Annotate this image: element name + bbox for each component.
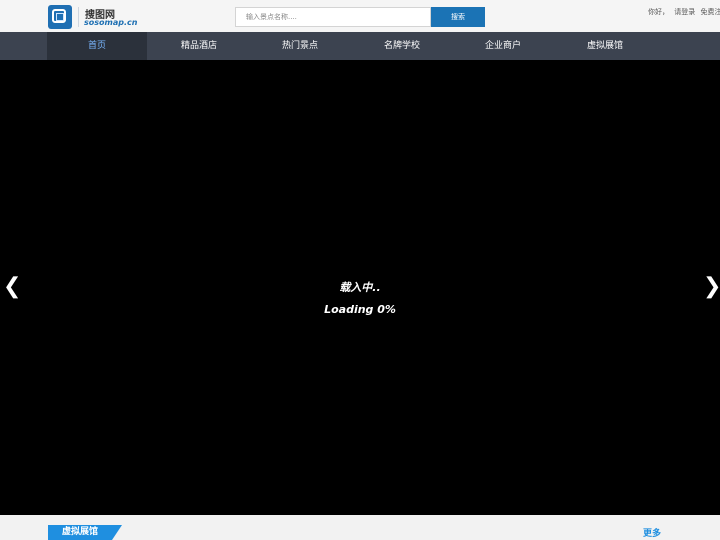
nav-item-schools[interactable]: 名牌学校 [352, 32, 452, 60]
panorama-viewer[interactable]: ❮ ❯ 载入中.. Loading 0% [0, 60, 720, 515]
nav-item-attractions[interactable]: 热门景点 [250, 32, 350, 60]
logo-subtitle: sosomap.cn [84, 18, 138, 27]
nav-item-merchants[interactable]: 企业商户 [453, 32, 553, 60]
nav-item-home[interactable]: 首页 [47, 32, 147, 60]
nav-item-virtual-exhibition[interactable]: 虚拟展馆 [555, 32, 655, 60]
greeting-text: 你好， [648, 8, 669, 16]
register-link[interactable]: 免费注册 [700, 8, 720, 16]
loading-progress: Loading 0% [324, 303, 396, 316]
logo-divider [78, 7, 79, 27]
nav-item-hotels[interactable]: 精品酒店 [149, 32, 249, 60]
loading-title: 载入中.. [339, 281, 381, 294]
top-header: 搜图网 sosomap.cn 输入景点名称.... 搜索 你好， 请登录 免费注… [0, 0, 720, 32]
search-button[interactable]: 搜索 [431, 7, 485, 27]
site-logo[interactable]: 搜图网 sosomap.cn [48, 5, 138, 29]
section-header: 虚拟展馆 更多 [0, 515, 720, 540]
main-nav: 首页 精品酒店 热门景点 名牌学校 企业商户 虚拟展馆 [0, 32, 720, 60]
search-input[interactable]: 输入景点名称.... [235, 7, 431, 27]
login-link[interactable]: 请登录 [674, 8, 695, 16]
section-tab-tail [112, 525, 122, 540]
section-title: 虚拟展馆 [48, 525, 112, 540]
logo-icon [48, 5, 72, 29]
account-links: 你好， 请登录 免费注册 [648, 7, 720, 17]
more-link[interactable]: 更多 [643, 526, 661, 539]
